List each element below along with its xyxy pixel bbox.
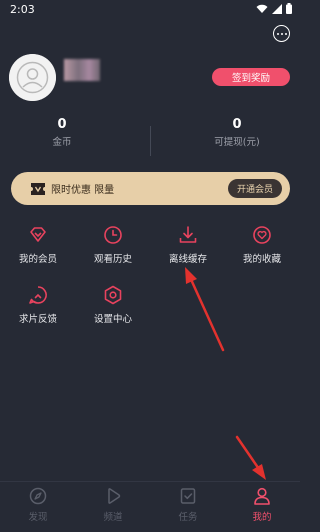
withdrawable-label: 可提现(元): [214, 137, 260, 148]
username-blurred: [64, 59, 100, 81]
diamond-icon: [30, 227, 46, 242]
menu-item-my-favorites[interactable]: 我的收藏: [227, 224, 297, 265]
menu-item-watch-history[interactable]: 观看历史: [78, 224, 148, 265]
status-time: 2:03: [10, 3, 35, 16]
menu-label-settings: 设置中心: [93, 314, 132, 325]
vip-ticket-icon: [31, 182, 45, 195]
nav-tab-mine[interactable]: 我的: [232, 486, 292, 523]
nav-label-tasks: 任务: [178, 512, 198, 523]
stats-divider: [150, 126, 151, 156]
feedback-icon: [29, 286, 47, 304]
nav-tab-tasks[interactable]: 任务: [158, 486, 218, 523]
wifi-icon: [256, 4, 268, 13]
signal-icon: [272, 3, 282, 14]
task-icon: [180, 488, 196, 504]
user-icon: [254, 487, 270, 505]
default-avatar-icon: [9, 54, 56, 101]
withdrawable-value: 0: [232, 117, 242, 132]
annotation-arrow-my-tab: [235, 435, 266, 480]
vip-promo-banner[interactable]: 限时优惠 限量 开通会员: [11, 172, 290, 205]
menu-label-request-feedback: 求片反馈: [18, 314, 57, 325]
menu-item-settings[interactable]: 设置中心: [78, 284, 148, 325]
battery-icon: [286, 3, 292, 14]
coins-label: 金币: [52, 137, 72, 148]
play-icon: [108, 488, 121, 504]
menu-label-my-favorites: 我的收藏: [242, 254, 281, 265]
message-icon[interactable]: [273, 25, 290, 42]
download-icon: [179, 226, 197, 243]
avatar[interactable]: [9, 54, 56, 101]
status-icons: [256, 3, 292, 14]
nav-label-channel: 频道: [103, 512, 123, 523]
nav-label-discover: 发现: [28, 512, 48, 523]
menu-item-my-vip[interactable]: 我的会员: [3, 224, 73, 265]
bottom-nav: 发现 频道 任务 我的: [0, 481, 300, 532]
menu-item-offline-cache[interactable]: 离线缓存: [153, 224, 223, 265]
vip-promo-text: 限时优惠 限量: [51, 185, 115, 196]
clock-icon: [104, 226, 122, 244]
nav-tab-discover[interactable]: 发现: [8, 486, 68, 523]
menu-label-my-vip: 我的会员: [18, 254, 57, 265]
heart-icon: [253, 226, 271, 244]
settings-hexagon-icon: [104, 285, 122, 305]
nav-label-mine: 我的: [252, 512, 272, 523]
nav-tab-channel[interactable]: 频道: [83, 486, 143, 523]
menu-label-watch-history: 观看历史: [93, 254, 132, 265]
compass-icon: [29, 487, 47, 505]
coins-value: 0: [57, 117, 67, 132]
open-vip-button[interactable]: 开通会员: [227, 179, 282, 198]
signin-reward-button[interactable]: 签到奖励: [212, 68, 290, 86]
menu-item-request-feedback[interactable]: 求片反馈: [3, 284, 73, 325]
menu-label-offline-cache: 离线缓存: [168, 254, 207, 265]
annotation-arrow-offline-cache: [185, 267, 225, 352]
